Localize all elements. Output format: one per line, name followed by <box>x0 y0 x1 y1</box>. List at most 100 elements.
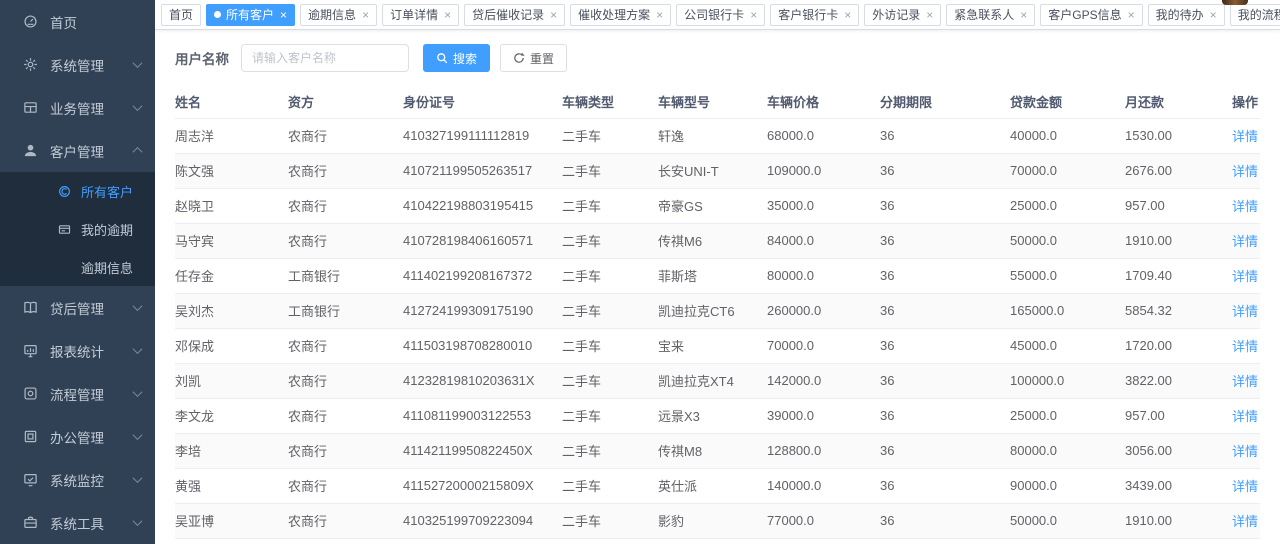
table-cell: 411402199208167372 <box>403 258 562 293</box>
tab-贷后催收记录[interactable]: 贷后催收记录 × <box>464 4 565 26</box>
sidebar-item-home[interactable]: 首页 <box>0 0 155 43</box>
close-icon[interactable]: × <box>444 9 451 21</box>
detail-link[interactable]: 详情 <box>1232 444 1258 459</box>
table-row: 吴刘杰工商银行412724199309175190二手车凯迪拉克CT626000… <box>175 293 1260 328</box>
table-cell: 3822.00 <box>1125 363 1210 398</box>
table-cell: 影豹 <box>658 503 767 538</box>
detail-link[interactable]: 详情 <box>1232 234 1258 249</box>
table-row: 马守宾农商行410728198406160571二手车传祺M684000.036… <box>175 223 1260 258</box>
table-cell: 传祺M8 <box>658 433 767 468</box>
column-header: 身份证号 <box>403 86 562 118</box>
table-cell <box>658 538 767 544</box>
customer-icon <box>57 184 71 198</box>
sidebar-item-customer[interactable]: 客户管理 <box>0 129 155 172</box>
sidebar-item-business[interactable]: 业务管理 <box>0 86 155 129</box>
close-icon[interactable]: × <box>550 9 557 21</box>
close-icon[interactable]: × <box>1210 9 1217 21</box>
table-cell: 刘洋 <box>175 538 288 544</box>
column-header: 姓名 <box>175 86 288 118</box>
table-cell: 二手车 <box>562 468 658 503</box>
close-icon[interactable]: × <box>362 9 369 21</box>
detail-link[interactable]: 详情 <box>1232 514 1258 529</box>
tab-外访记录[interactable]: 外访记录 × <box>864 4 941 26</box>
detail-link[interactable]: 详情 <box>1232 479 1258 494</box>
search-form: 用户名称 搜索 重置 <box>175 44 1260 72</box>
close-icon[interactable]: × <box>1020 9 1027 21</box>
sidebar-item-post-loan[interactable]: 贷后管理 <box>0 286 155 329</box>
table-header-row: 姓名资方身份证号车辆类型车辆型号车辆价格分期期限贷款金额月还款操作 <box>175 86 1260 118</box>
tab-客户GPS信息[interactable]: 客户GPS信息 × <box>1040 4 1142 26</box>
tab-我的待办[interactable]: 我的待办 × <box>1148 4 1225 26</box>
table-cell: 50000.0 <box>1010 503 1125 538</box>
close-icon[interactable]: × <box>280 9 287 21</box>
close-icon[interactable]: × <box>844 9 851 21</box>
sidebar-item-my-overdue[interactable]: 我的逾期 <box>0 210 155 248</box>
table-row: 邓保成农商行411503198708280010二手车宝来70000.03645… <box>175 328 1260 363</box>
refresh-icon <box>513 52 525 64</box>
table-cell: 刘凯 <box>175 363 288 398</box>
detail-link[interactable]: 详情 <box>1232 269 1258 284</box>
table-cell: 36 <box>880 223 1010 258</box>
tab-催收处理方案[interactable]: 催收处理方案 × <box>570 4 671 26</box>
gear-icon <box>22 57 38 73</box>
table-cell: 李培 <box>175 433 288 468</box>
detail-link[interactable]: 详情 <box>1232 199 1258 214</box>
search-button[interactable]: 搜索 <box>423 44 490 72</box>
table-cell: 二手车 <box>562 398 658 433</box>
table-cell: 任存金 <box>175 258 288 293</box>
close-icon[interactable]: × <box>1128 9 1135 21</box>
sidebar-item-office[interactable]: 办公管理 <box>0 415 155 458</box>
table-cell: 邓保成 <box>175 328 288 363</box>
sidebar-item-monitoring[interactable]: 系统监控 <box>0 458 155 501</box>
table-cell: 410422198803195415 <box>403 188 562 223</box>
tab-所有客户[interactable]: 所有客户 × <box>206 4 295 26</box>
tab-首页[interactable]: 首页 <box>161 4 201 26</box>
tab-订单详情[interactable]: 订单详情 × <box>382 4 459 26</box>
sidebar-item-process[interactable]: 流程管理 <box>0 372 155 415</box>
table-cell: 3056.00 <box>1125 433 1210 468</box>
table-cell: 2676.00 <box>1125 153 1210 188</box>
detail-link[interactable]: 详情 <box>1232 374 1258 389</box>
sidebar-item-system[interactable]: 系统管理 <box>0 43 155 86</box>
detail-link[interactable]: 详情 <box>1232 304 1258 319</box>
sidebar-item-reports[interactable]: 报表统计 <box>0 329 155 372</box>
table-cell: 410327199111112819 <box>403 118 562 153</box>
table-cell: 128800.0 <box>767 433 880 468</box>
detail-link[interactable]: 详情 <box>1232 129 1258 144</box>
sidebar-item-tools[interactable]: 系统工具 <box>0 501 155 544</box>
reset-button[interactable]: 重置 <box>500 44 567 72</box>
table-cell-action: 详情 <box>1210 293 1260 328</box>
close-icon[interactable]: × <box>926 9 933 21</box>
table-cell: 农商行 <box>288 433 403 468</box>
detail-link[interactable]: 详情 <box>1232 409 1258 424</box>
tab-我的流程[interactable]: 我的流程 × <box>1230 4 1280 26</box>
table-cell: 77000.0 <box>767 503 880 538</box>
close-icon[interactable]: × <box>656 9 663 21</box>
customer-name-input[interactable] <box>241 44 409 72</box>
tab-逾期信息[interactable]: 逾期信息 × <box>300 4 377 26</box>
table-cell: 二手车 <box>562 328 658 363</box>
detail-link[interactable]: 详情 <box>1232 339 1258 354</box>
table-cell: 农商行 <box>288 328 403 363</box>
book-icon <box>22 300 38 316</box>
sidebar-item-overdue-info[interactable]: 逾期信息 <box>0 248 155 286</box>
table-cell: 农商行 <box>288 118 403 153</box>
table-cell: 36 <box>880 153 1010 188</box>
table-cell-action: 详情 <box>1210 153 1260 188</box>
search-icon <box>436 52 448 64</box>
column-header: 车辆类型 <box>562 86 658 118</box>
detail-link[interactable]: 详情 <box>1232 164 1258 179</box>
table-cell: 70000.0 <box>767 328 880 363</box>
table-cell: 农商行 <box>288 363 403 398</box>
tab-客户银行卡[interactable]: 客户银行卡 × <box>770 4 859 26</box>
sidebar-item-all-customers[interactable]: 所有客户 <box>0 172 155 210</box>
tab-紧急联系人[interactable]: 紧急联系人 × <box>946 4 1035 26</box>
table-row: 李培农商行41142119950822450X二手车传祺M8128800.036… <box>175 433 1260 468</box>
table-cell: 工商银行 <box>288 293 403 328</box>
table-cell: 5854.32 <box>1125 293 1210 328</box>
tab-公司银行卡[interactable]: 公司银行卡 × <box>676 4 765 26</box>
table-cell: 25000.0 <box>1010 398 1125 433</box>
table-cell: 41152720000215809X <box>403 468 562 503</box>
table-cell: 宝来 <box>658 328 767 363</box>
close-icon[interactable]: × <box>750 9 757 21</box>
